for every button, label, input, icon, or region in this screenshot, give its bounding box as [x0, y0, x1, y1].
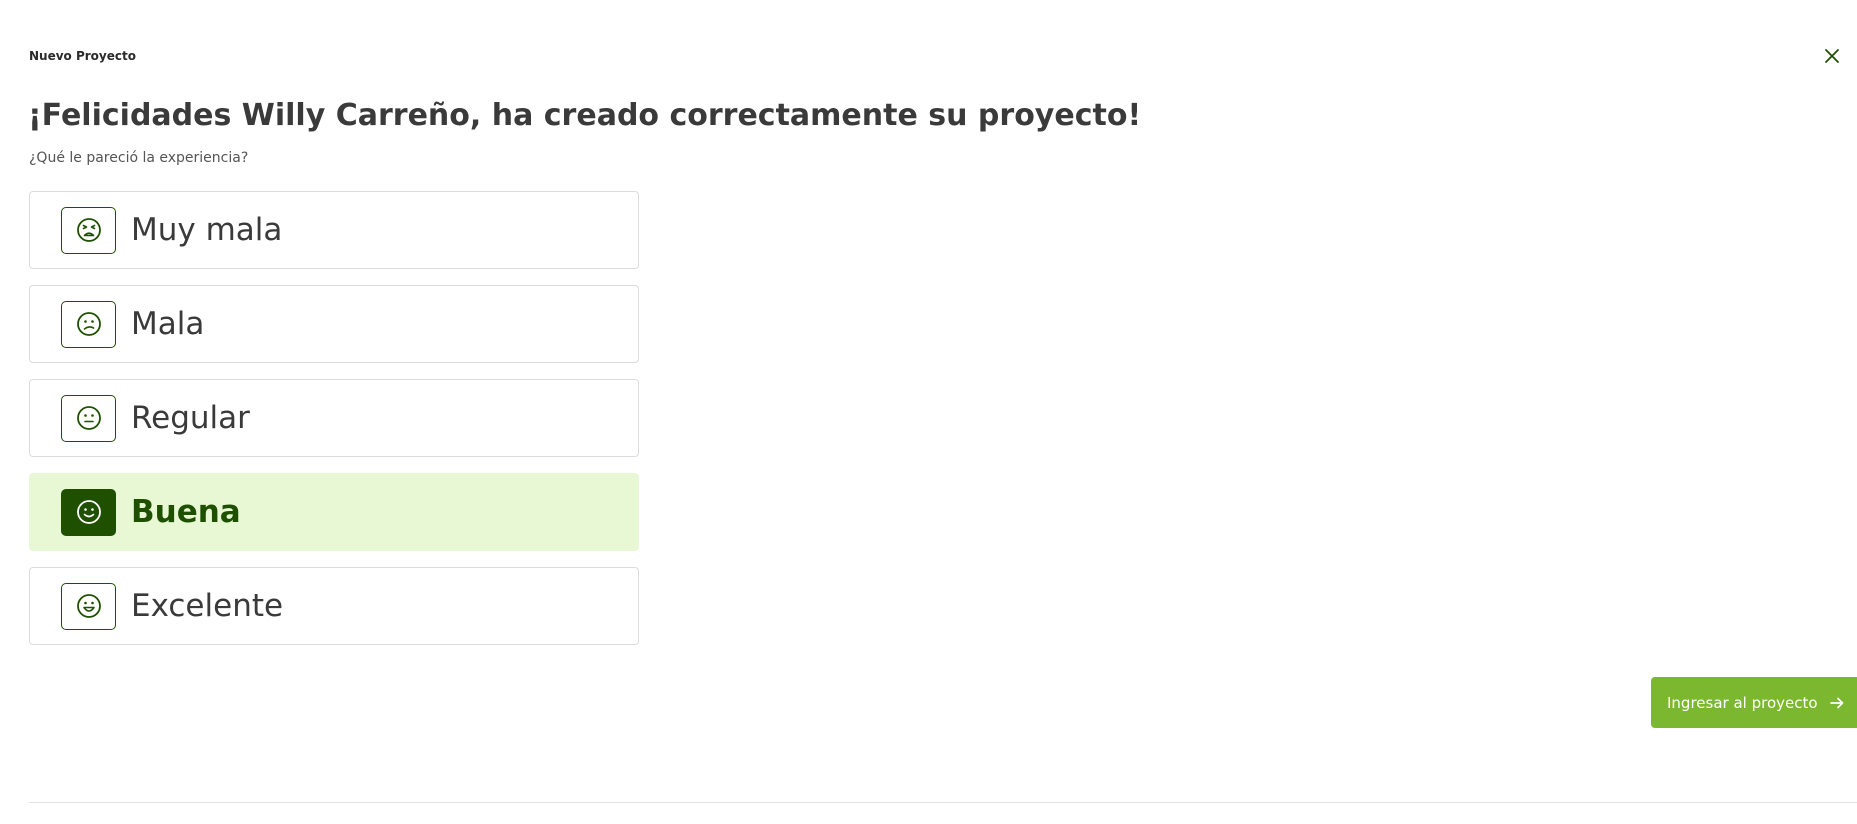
rating-option-label: Buena — [131, 494, 241, 530]
rating-option-label: Regular — [131, 400, 250, 436]
rating-option-label: Excelente — [131, 588, 284, 624]
rating-icon-box — [61, 488, 116, 536]
enter-project-button[interactable]: Ingresar al proyecto — [1651, 677, 1857, 728]
footer-divider — [29, 802, 1857, 803]
smile-face-icon — [76, 500, 101, 524]
rating-option-excelente[interactable]: Excelente — [29, 567, 639, 645]
grin-face-icon — [76, 594, 101, 618]
rating-option-regular[interactable]: Regular — [29, 379, 639, 457]
rating-option-label: Mala — [131, 306, 205, 342]
rating-option-muy-mala[interactable]: Muy mala — [29, 191, 639, 269]
rating-option-mala[interactable]: Mala — [29, 285, 639, 363]
page-title: ¡Felicidades Willy Carreño, ha creado co… — [28, 98, 1142, 133]
rating-icon-box — [61, 394, 116, 442]
close-icon — [1825, 49, 1839, 63]
rating-icon-box — [61, 206, 116, 254]
close-button[interactable] — [1822, 46, 1842, 66]
new-project-dialog: Nuevo Proyecto ¡Felicidades Willy Carreñ… — [0, 0, 1857, 824]
rating-question: ¿Qué le pareció la experiencia? — [29, 150, 249, 166]
arrow-right-icon — [1829, 697, 1843, 708]
rating-option-buena[interactable]: Buena — [29, 473, 639, 551]
neutral-face-icon — [76, 406, 101, 430]
rating-option-label: Muy mala — [131, 212, 283, 248]
rating-icon-box — [61, 300, 116, 348]
section-label: Nuevo Proyecto — [29, 49, 136, 63]
sad-face-icon — [76, 312, 101, 336]
very-sad-face-icon — [76, 218, 101, 242]
rating-options: Muy mala Mala Regular Buena Excelente — [29, 191, 639, 661]
enter-project-label: Ingresar al proyecto — [1667, 693, 1818, 712]
rating-icon-box — [61, 582, 116, 630]
